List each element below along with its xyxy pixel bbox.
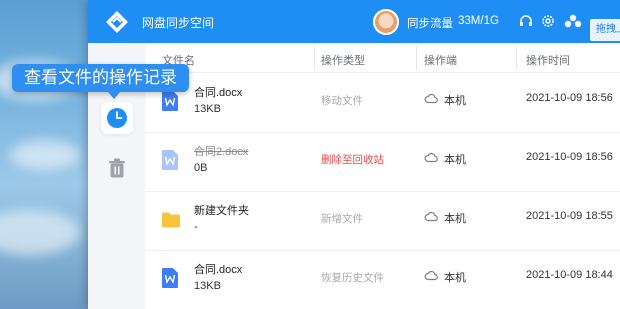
word-document-icon xyxy=(162,150,178,170)
app-title: 网盘同步空间 xyxy=(142,16,215,30)
file-name: 合同2.docx xyxy=(194,146,249,158)
cloud-icon xyxy=(424,211,438,222)
app-logo-icon xyxy=(106,11,128,33)
file-size: 0B xyxy=(194,162,208,174)
title-bar: 网盘同步空间 同步流量 33M/1G 拖拽上 xyxy=(88,0,620,43)
file-name: 合同.docx xyxy=(194,87,243,99)
column-divider[interactable] xyxy=(314,46,315,70)
operation-device: 本机 xyxy=(444,272,466,284)
sidebar-item-history[interactable] xyxy=(101,102,133,134)
sync-traffic-value: 33M/1G xyxy=(458,15,499,27)
headset-icon[interactable] xyxy=(518,13,534,29)
column-divider[interactable] xyxy=(416,46,417,70)
sync-traffic-label: 同步流量 xyxy=(407,18,453,30)
column-divider[interactable] xyxy=(516,46,517,70)
word-document-icon xyxy=(162,268,178,288)
operation-type: 恢复历史文件 xyxy=(321,272,384,284)
column-header-device[interactable]: 操作端 xyxy=(424,52,457,68)
cloud-icon xyxy=(424,93,438,104)
app-window: 网盘同步空间 同步流量 33M/1G 拖拽上 xyxy=(88,0,620,309)
sidebar-item-trash[interactable] xyxy=(101,152,133,184)
apps-icon[interactable] xyxy=(563,13,583,29)
table-header: 文件名 操作类型 操作端 操作时间 xyxy=(145,43,620,73)
table-row[interactable]: 新建文件夹 - 新增文件 本机 2021-10-09 18:55 xyxy=(145,192,620,250)
file-name: 新建文件夹 xyxy=(194,205,249,217)
history-tooltip: 查看文件的操作记录 xyxy=(12,64,189,92)
operation-time: 2021-10-09 18:55 xyxy=(526,210,613,222)
word-document-icon xyxy=(162,91,178,111)
cloud-icon xyxy=(424,152,438,163)
file-name: 合同.docx xyxy=(194,264,243,276)
clock-icon xyxy=(107,108,127,128)
table-row[interactable]: 合同2.docx 0B 删除至回收站 本机 2021-10-09 18:56 xyxy=(145,133,620,191)
column-header-time[interactable]: 操作时间 xyxy=(526,52,570,68)
operation-type: 删除至回收站 xyxy=(321,154,384,166)
operation-device: 本机 xyxy=(444,95,466,107)
operation-type: 移动文件 xyxy=(321,95,363,107)
operation-time: 2021-10-09 18:44 xyxy=(526,269,613,281)
operation-device: 本机 xyxy=(444,154,466,166)
drag-upload-button[interactable]: 拖拽上 xyxy=(590,19,620,41)
file-size: 13KB xyxy=(194,280,221,292)
trash-icon xyxy=(109,158,125,178)
gear-icon[interactable] xyxy=(540,13,556,29)
user-avatar[interactable] xyxy=(373,9,399,35)
operation-log-panel: 文件名 操作类型 操作端 操作时间 合同.docx 13KB 移动文件 本机 2… xyxy=(145,43,620,309)
desktop-background xyxy=(0,0,90,309)
operation-time: 2021-10-09 18:56 xyxy=(526,92,613,104)
column-header-operation-type[interactable]: 操作类型 xyxy=(321,52,365,68)
operation-device: 本机 xyxy=(444,213,466,225)
operation-type: 新增文件 xyxy=(321,213,363,225)
table-row[interactable]: 合同.docx 13KB 移动文件 本机 2021-10-09 18:56 xyxy=(145,74,620,132)
cloud-icon xyxy=(424,270,438,281)
folder-icon xyxy=(162,212,180,228)
tooltip-arrow xyxy=(108,92,120,99)
file-size: 13KB xyxy=(194,103,221,115)
table-row[interactable]: 合同.docx 13KB 恢复历史文件 本机 2021-10-09 18:44 xyxy=(145,251,620,309)
file-size: - xyxy=(194,221,198,233)
operation-time: 2021-10-09 18:56 xyxy=(526,151,613,163)
